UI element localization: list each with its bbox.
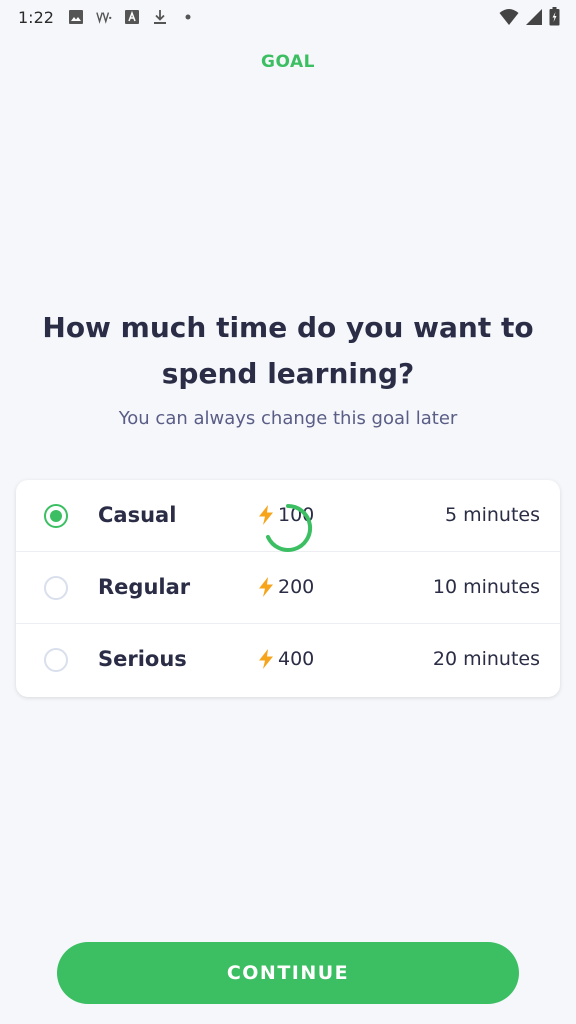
goal-option-xp-value: 200: [278, 576, 315, 598]
lightning-bolt-icon: [258, 577, 274, 597]
radio-button[interactable]: [44, 576, 68, 600]
goal-options-card: Casual 100 5 minutes Regular 200 10 minu…: [16, 480, 560, 697]
goal-option-xp-value: 100: [278, 504, 315, 526]
question-subtitle: You can always change this goal later: [118, 408, 458, 429]
goal-option-label: Casual: [98, 503, 177, 527]
goal-option-casual[interactable]: Casual 100 5 minutes: [16, 480, 560, 552]
image-icon: [68, 9, 84, 25]
goal-option-label: Serious: [98, 647, 187, 671]
continue-button[interactable]: CONTINUE: [57, 942, 519, 1004]
radio-button[interactable]: [44, 648, 68, 672]
wifi-icon: [499, 8, 519, 30]
battery-icon: [549, 7, 560, 30]
goal-option-xp-value: 400: [278, 648, 315, 670]
dot-icon: [180, 9, 196, 25]
goal-option-xp: 100: [258, 504, 314, 526]
radio-button-selected[interactable]: [44, 504, 68, 528]
lightning-bolt-icon: [258, 505, 274, 525]
status-bar: 1:22: [0, 0, 576, 34]
goal-option-serious[interactable]: Serious 400 20 minutes: [16, 624, 560, 697]
status-notification-icons: [68, 9, 196, 25]
goal-option-xp: 200: [258, 576, 314, 598]
goal-option-xp: 400: [258, 648, 314, 670]
goal-option-label: Regular: [98, 575, 191, 599]
cell-signal-icon: [525, 8, 543, 30]
voicemail-icon: [96, 9, 112, 25]
a-square-icon: [124, 9, 140, 25]
goal-option-time: 10 minutes: [432, 576, 540, 598]
status-system-icons: [499, 7, 560, 30]
lightning-bolt-icon: [258, 649, 274, 669]
page-title: GOAL: [261, 52, 315, 72]
status-time: 1:22: [18, 7, 54, 27]
question-heading: How much time do you want to spend learn…: [42, 311, 534, 390]
goal-option-time: 20 minutes: [432, 648, 540, 670]
goal-option-regular[interactable]: Regular 200 10 minutes: [16, 552, 560, 624]
download-icon: [152, 9, 168, 25]
goal-option-time: 5 minutes: [444, 504, 540, 526]
